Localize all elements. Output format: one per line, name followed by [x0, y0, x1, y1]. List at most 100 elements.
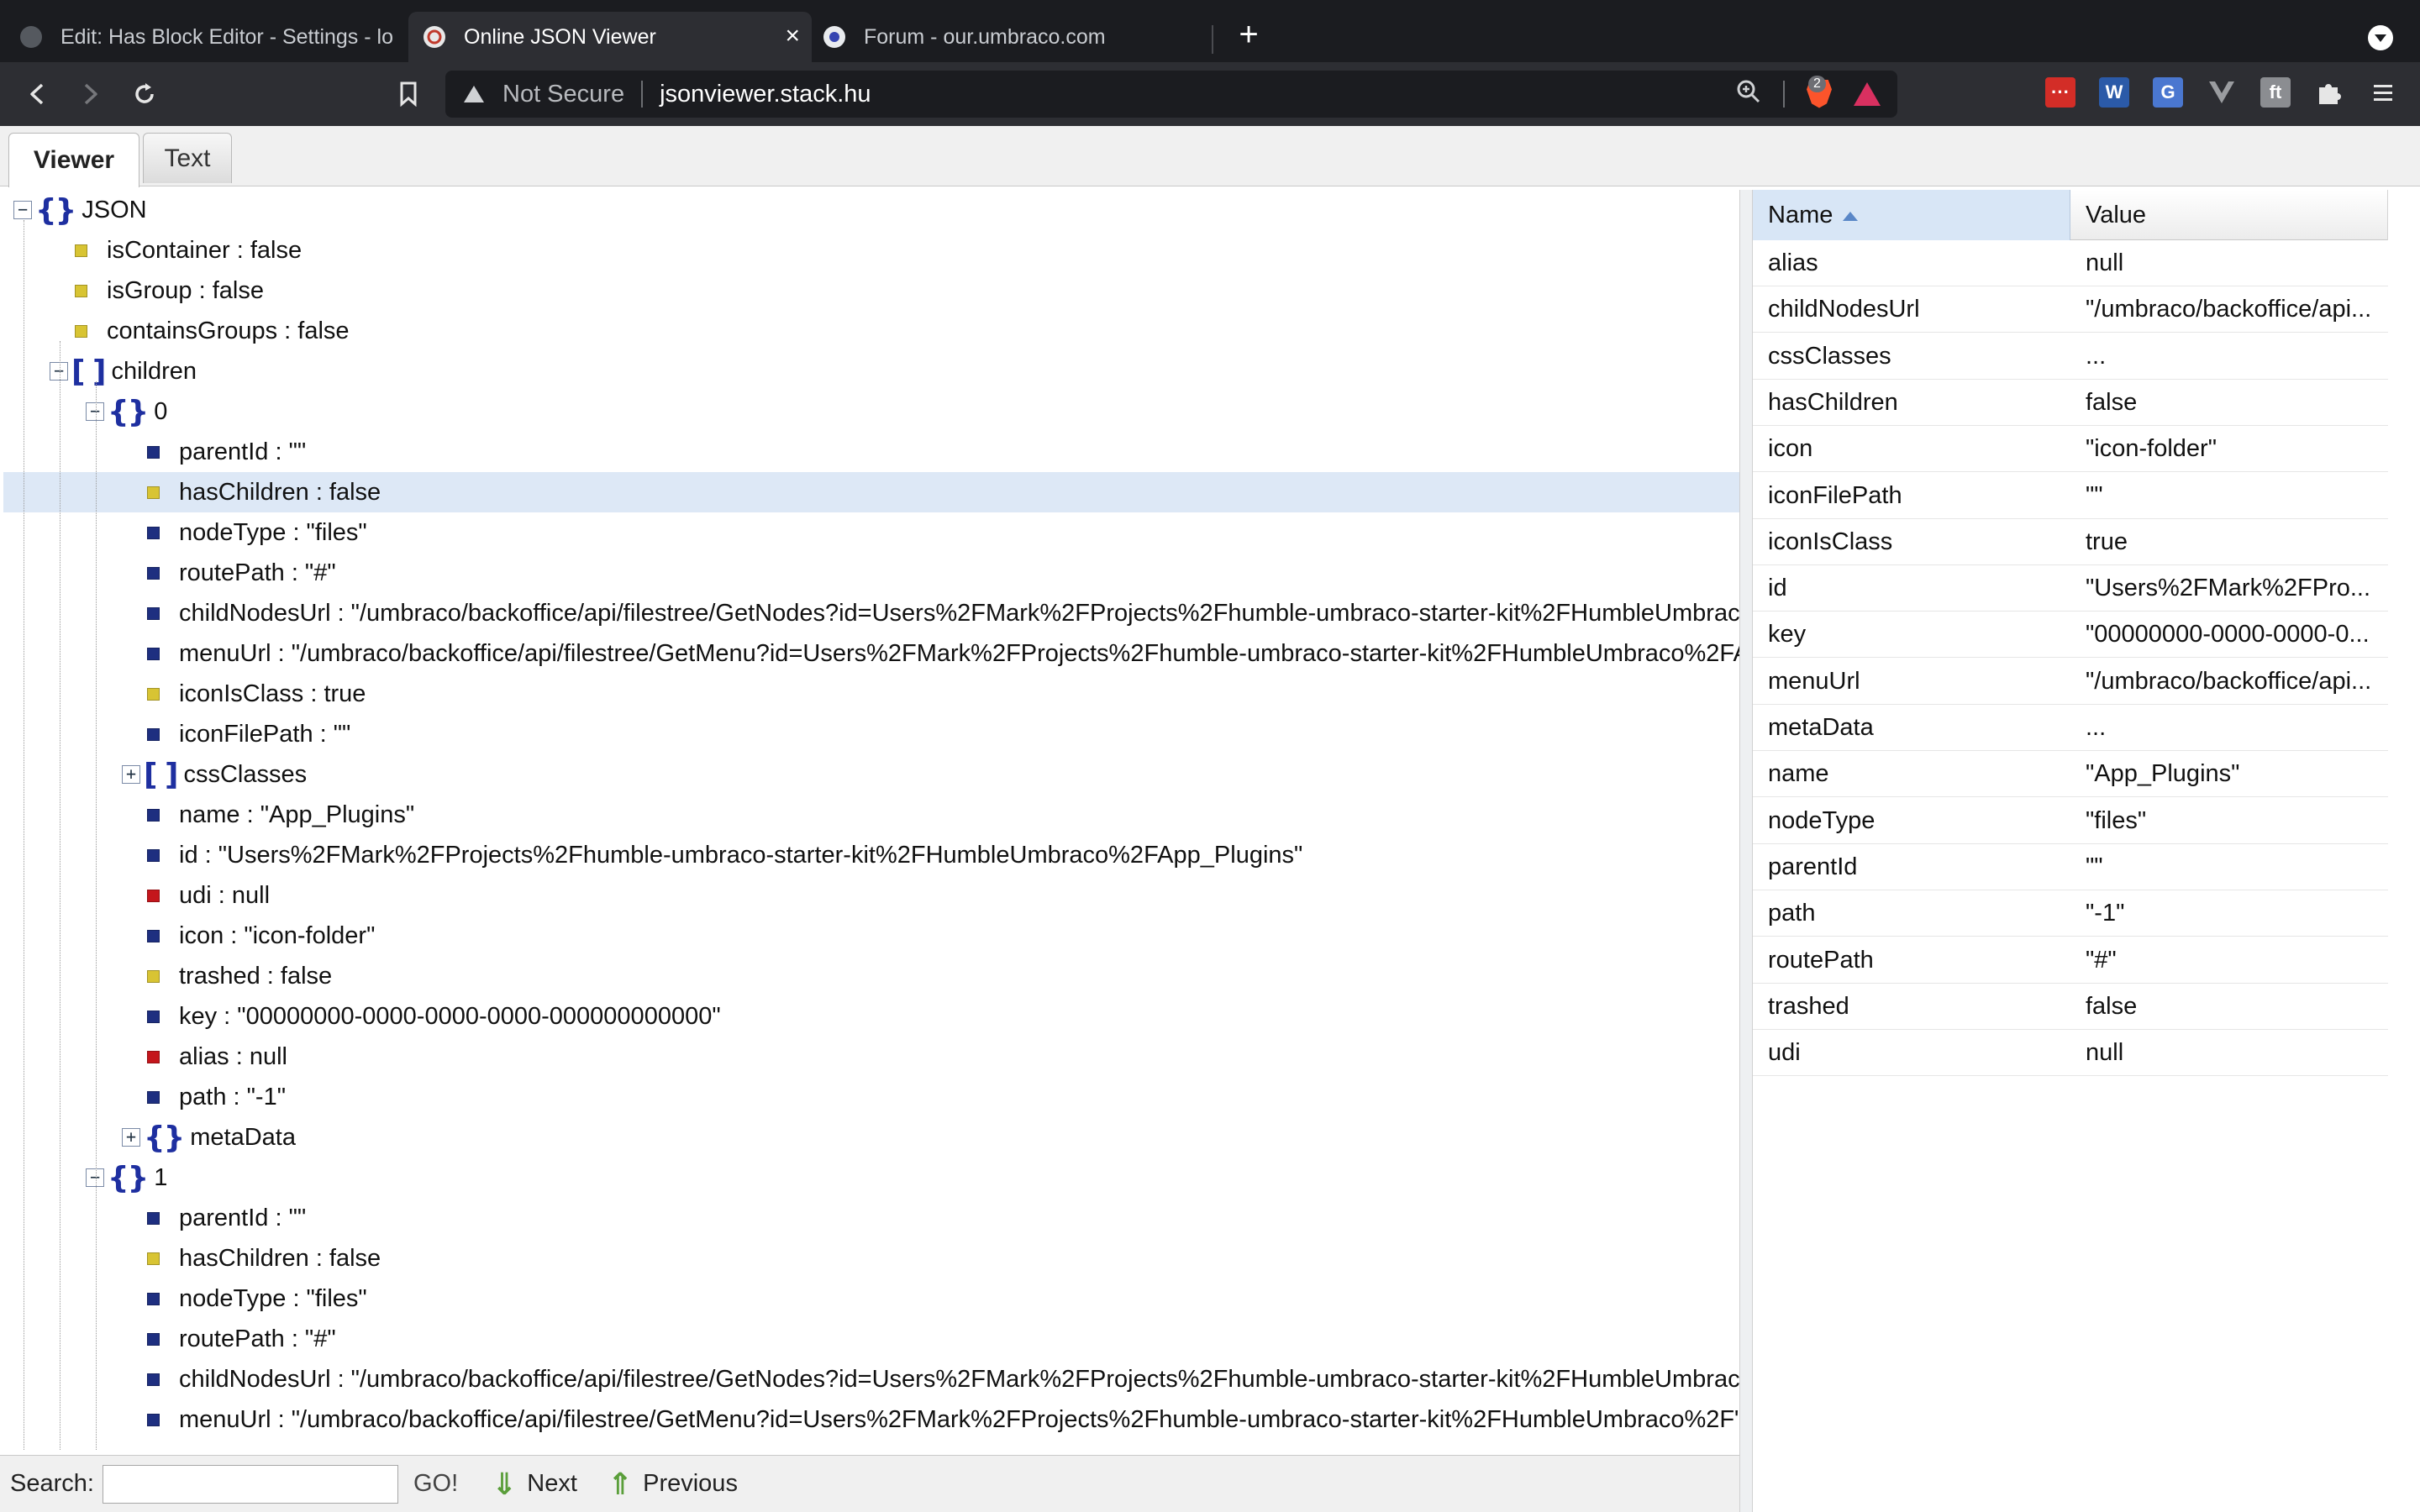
tab-title: Online JSON Viewer	[464, 24, 656, 49]
browser-tab-umbraco[interactable]: Edit: Has Block Editor - Settings - lo	[20, 12, 407, 62]
collapse-icon[interactable]: −	[86, 1168, 104, 1187]
value-column-header[interactable]: Value	[2070, 190, 2388, 240]
bookmark-icon[interactable]	[393, 79, 424, 109]
search-input[interactable]	[102, 1464, 398, 1504]
collapse-icon[interactable]: −	[13, 201, 32, 219]
grid-row[interactable]: key "00000000-0000-0000-0...	[1753, 612, 2388, 659]
grid-row[interactable]: udi null	[1753, 1030, 2388, 1077]
object-icon: {}	[144, 1120, 185, 1155]
tree-node-value[interactable]: routePath : "#"	[3, 553, 1739, 593]
vue-devtools-extension-icon[interactable]	[2207, 77, 2237, 108]
reload-icon[interactable]	[129, 79, 160, 109]
tree-node-value[interactable]: nodeType : "files"	[3, 1278, 1739, 1319]
tree-node-container[interactable]: −[ ] children	[3, 351, 1739, 391]
grid-row[interactable]: childNodesUrl "/umbraco/backoffice/api...	[1753, 286, 2388, 333]
extensions-puzzle-icon[interactable]	[2314, 77, 2344, 108]
grid-cell-value: "00000000-0000-0000-0...	[2086, 621, 2370, 648]
tree-node-value[interactable]: containsGroups : false	[3, 311, 1739, 351]
tree-node-value[interactable]: parentId : ""	[3, 432, 1739, 472]
grid-scroll-area	[2388, 190, 2420, 1512]
grid-row[interactable]: path "-1"	[1753, 890, 2388, 937]
grid-row[interactable]: name "App_Plugins"	[1753, 751, 2388, 798]
tree-node-value[interactable]: menuUrl : "/umbraco/backoffice/api/files…	[3, 1399, 1739, 1440]
grid-row[interactable]: alias null	[1753, 240, 2388, 286]
address-bar[interactable]: Not Secure jsonviewer.stack.hu	[445, 71, 1897, 118]
grid-row[interactable]: cssClasses...	[1753, 333, 2388, 380]
forward-icon[interactable]	[76, 79, 106, 109]
tree-node-container[interactable]: +[ ] cssClasses	[3, 754, 1739, 795]
previous-arrow-icon[interactable]: ⇑	[608, 1467, 633, 1502]
tree-node-container[interactable]: +{} metaData	[3, 1117, 1739, 1158]
pane-splitter[interactable]	[1739, 190, 1753, 1512]
expand-icon[interactable]: +	[122, 1128, 140, 1147]
browser-tab-json-viewer[interactable]: Online JSON Viewer ×	[408, 12, 812, 62]
collapse-icon[interactable]: −	[86, 402, 104, 421]
tree-node-value[interactable]: isContainer : false	[3, 230, 1739, 270]
value-type-icon	[75, 284, 87, 297]
grid-row[interactable]: iconIsClass true	[1753, 519, 2388, 565]
grid-row[interactable]: hasChildren false	[1753, 380, 2388, 426]
tree-node-container[interactable]: −{} 0	[3, 391, 1739, 432]
grid-row[interactable]: parentId ""	[1753, 844, 2388, 890]
grid-row[interactable]: trashed false	[1753, 984, 2388, 1030]
tab-text[interactable]: Text	[143, 133, 232, 183]
tree-node-value[interactable]: parentId : ""	[3, 1198, 1739, 1238]
tree-node-value[interactable]: key : "00000000-0000-0000-0000-000000000…	[3, 996, 1739, 1037]
grid-row[interactable]: menuUrl "/umbraco/backoffice/api...	[1753, 659, 2388, 705]
tree-node-value[interactable]: id : "Users%2FMark%2FProjects%2Fhumble-u…	[3, 835, 1739, 875]
close-tab-icon[interactable]: ×	[785, 24, 800, 49]
brave-rewards-icon[interactable]	[1854, 81, 1881, 106]
tree-root[interactable]: − {} JSON	[13, 190, 1739, 230]
tree-node-value[interactable]: iconFilePath : ""	[3, 714, 1739, 754]
tree-node-value[interactable]: isGroup : false	[3, 270, 1739, 311]
collapse-icon[interactable]: −	[50, 362, 68, 381]
value-type-icon	[147, 1332, 160, 1346]
tree-node-value[interactable]: name : "App_Plugins"	[3, 795, 1739, 835]
browser-menu-icon[interactable]	[2368, 77, 2398, 108]
tree-node-label: name : "App_Plugins"	[179, 801, 415, 828]
grid-row[interactable]: id "Users%2FMark%2FPro...	[1753, 565, 2388, 612]
tree-node-value[interactable]: icon : "icon-folder"	[3, 916, 1739, 956]
tree-node-value[interactable]: childNodesUrl : "/umbraco/backoffice/api…	[3, 593, 1739, 633]
grid-row[interactable]: nodeType "files"	[1753, 798, 2388, 844]
grid-row[interactable]: metaData...	[1753, 705, 2388, 751]
back-icon[interactable]	[22, 79, 52, 109]
grid-row[interactable]: icon "icon-folder"	[1753, 426, 2388, 473]
next-arrow-icon[interactable]: ⇓	[492, 1467, 517, 1502]
reader-extension-icon[interactable]: ft	[2260, 77, 2291, 108]
tree-node-value[interactable]: childNodesUrl : "/umbraco/backoffice/api…	[3, 1359, 1739, 1399]
tree-node-value[interactable]: path : "-1"	[3, 1077, 1739, 1117]
word-extension-icon[interactable]: W	[2099, 77, 2129, 108]
grid-row[interactable]: routePath "#"	[1753, 937, 2388, 984]
tree-node-value[interactable]: nodeType : "files"	[3, 512, 1739, 553]
tree-node-value[interactable]: hasChildren : false	[3, 472, 1739, 512]
previous-button[interactable]: Previous	[643, 1470, 738, 1498]
value-type-icon	[147, 1373, 160, 1386]
tree-node-label: alias : null	[179, 1042, 287, 1070]
tree-node-label: cssClasses	[183, 760, 308, 788]
grid-cell-name: id	[1768, 575, 1787, 602]
tree-node-value[interactable]: iconIsClass : true	[3, 674, 1739, 714]
json-viewer-favicon-icon	[424, 26, 445, 48]
next-button[interactable]: Next	[527, 1470, 577, 1498]
tree-node-value[interactable]: udi : null	[3, 875, 1739, 916]
go-button[interactable]: GO!	[413, 1470, 458, 1498]
grid-row[interactable]: iconFilePath ""	[1753, 473, 2388, 519]
tab-viewer[interactable]: Viewer	[8, 133, 139, 187]
new-tab-button[interactable]: +	[1232, 18, 1265, 52]
name-column-header[interactable]: Name	[1753, 190, 2070, 240]
tree-node-value[interactable]: routePath : "#"	[3, 1319, 1739, 1359]
tree-node-value[interactable]: menuUrl : "/umbraco/backoffice/api/files…	[3, 633, 1739, 674]
tree-node-value[interactable]: hasChildren : false	[3, 1238, 1739, 1278]
lastpass-extension-icon[interactable]: ···	[2045, 77, 2075, 108]
tree-node-value[interactable]: trashed : false	[3, 956, 1739, 996]
browser-tab-forum[interactable]: Forum - our.umbraco.com	[823, 12, 1210, 62]
tree-node-value[interactable]: alias : null	[3, 1037, 1739, 1077]
expand-icon[interactable]: +	[122, 765, 140, 784]
tree-node-container[interactable]: −{} 1	[3, 1158, 1739, 1198]
grid-cell-value: false	[2086, 992, 2138, 1020]
tree-node-label: isContainer : false	[107, 236, 302, 264]
translate-extension-icon[interactable]: G	[2153, 77, 2183, 108]
tab-search-menu-icon[interactable]	[2368, 25, 2393, 50]
zoom-icon[interactable]	[1736, 79, 1761, 108]
